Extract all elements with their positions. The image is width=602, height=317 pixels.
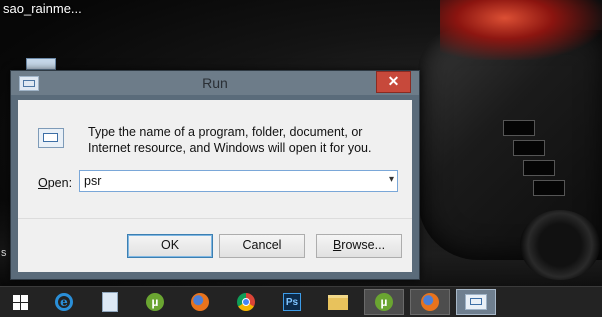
ok-button[interactable]: OK	[127, 234, 213, 258]
windows-start-icon	[12, 294, 28, 310]
utorrent-icon: µ	[375, 293, 393, 311]
taskbar-utorrent-running[interactable]: µ	[364, 289, 404, 315]
firefox-icon	[191, 293, 209, 311]
desktop-icon-label[interactable]: sao_rainme...	[3, 1, 82, 16]
browse-label-text: rowse...	[341, 238, 386, 252]
chrome-icon	[237, 293, 255, 311]
internet-explorer-icon: e	[55, 293, 73, 311]
car-vent	[513, 140, 545, 156]
taskbar-sticky-notes[interactable]	[90, 289, 130, 315]
close-icon: ✕	[387, 73, 400, 89]
taskbar-internet-explorer[interactable]: e	[44, 289, 84, 315]
photoshop-icon: Ps	[283, 293, 301, 311]
car-taillight-glow	[440, 0, 602, 60]
taskbar-file-explorer[interactable]	[318, 289, 358, 315]
start-button[interactable]	[0, 289, 40, 315]
taskbar-firefox[interactable]	[180, 289, 220, 315]
run-icon	[465, 294, 487, 310]
car-vent	[503, 120, 535, 136]
run-dialog-title: Run	[202, 75, 228, 91]
open-label-text: pen:	[47, 176, 73, 190]
run-description: Type the name of a program, folder, docu…	[88, 125, 372, 155]
taskbar-chrome[interactable]	[226, 289, 266, 315]
browse-button[interactable]: Browse...	[316, 234, 402, 258]
firefox-icon	[421, 293, 439, 311]
open-label-accelerator: O	[38, 176, 48, 190]
utorrent-icon: µ	[146, 293, 164, 311]
run-dialog-titlebar[interactable]: Run ✕	[11, 71, 419, 95]
chevron-down-icon[interactable]: ▾	[389, 174, 394, 185]
taskbar: e µ Ps µ	[0, 286, 602, 317]
run-dialog-body: Type the name of a program, folder, docu…	[18, 100, 412, 272]
file-explorer-icon	[328, 294, 348, 310]
open-combobox[interactable]: ▾	[79, 170, 398, 192]
run-program-icon	[38, 128, 64, 148]
desktop-file-icon[interactable]	[26, 58, 56, 70]
desktop-side-text: s	[1, 247, 7, 259]
sticky-notes-icon	[102, 292, 118, 312]
run-dialog: Run ✕ Type the name of a program, folder…	[10, 70, 420, 280]
taskbar-run-active[interactable]	[456, 289, 496, 315]
taskbar-firefox-running[interactable]	[410, 289, 450, 315]
taskbar-photoshop[interactable]: Ps	[272, 289, 312, 315]
car-vent	[533, 180, 565, 196]
car-vent	[523, 160, 555, 176]
taskbar-utorrent[interactable]: µ	[135, 289, 175, 315]
open-input[interactable]	[84, 172, 364, 190]
car-wheel	[520, 210, 600, 280]
cancel-button[interactable]: Cancel	[219, 234, 305, 258]
close-button[interactable]: ✕	[376, 71, 411, 93]
open-label: Open:	[38, 176, 72, 190]
button-area: OK Cancel Browse...	[18, 218, 412, 272]
